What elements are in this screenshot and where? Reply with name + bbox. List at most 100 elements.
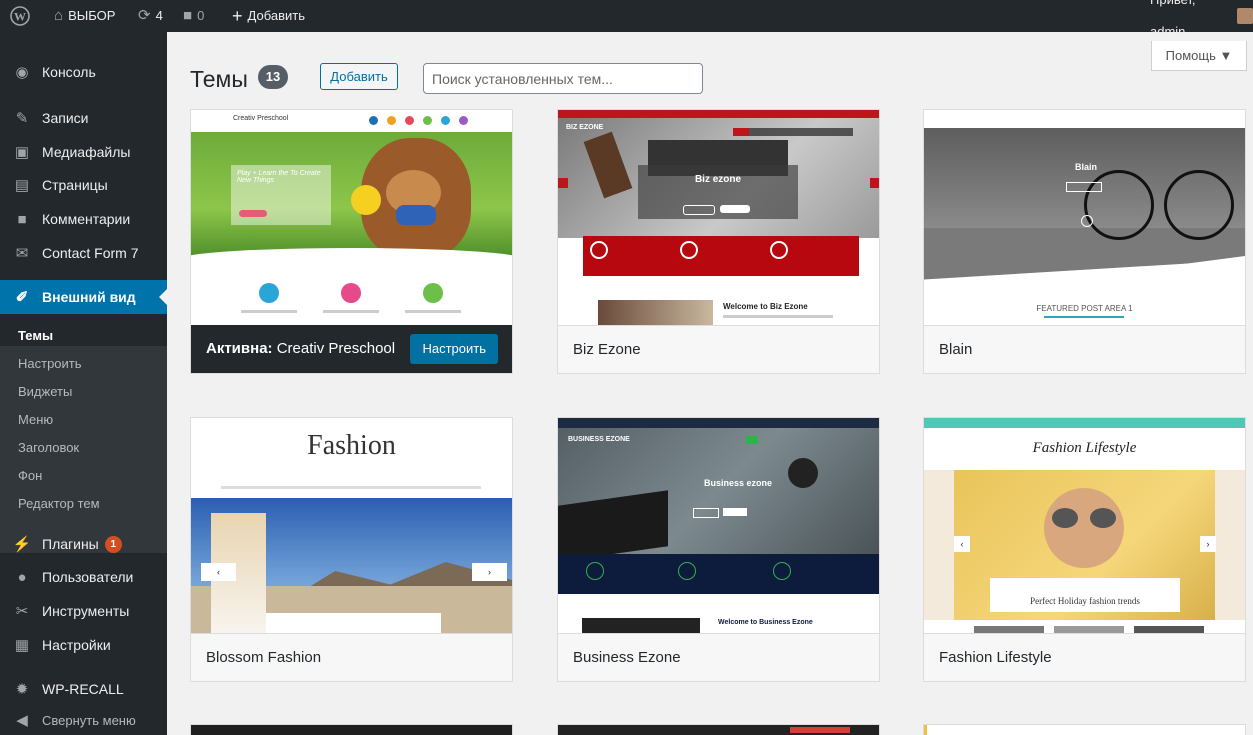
updates-count: 4 (155, 8, 163, 23)
menu-comments[interactable]: ■ Комментарии (0, 202, 167, 236)
site-name-link[interactable]: ⌂ ВЫБОР (54, 0, 115, 32)
plus-icon: + (232, 6, 243, 26)
theme-card-biz-ezone[interactable]: BIZ EZONE Biz ezone Welcome to Biz Ezone… (557, 109, 880, 374)
menu-label: Комментарии (42, 211, 131, 227)
submenu-customize[interactable]: Настроить (18, 356, 82, 371)
screenshot-text: Welcome to Biz Ezone (723, 302, 808, 311)
screenshot-text: Welcome to Business Ezone (718, 619, 813, 626)
comment-icon: ■ (17, 210, 27, 228)
submenu-menus[interactable]: Меню (18, 412, 53, 427)
theme-card-partial[interactable] (923, 724, 1246, 735)
home-icon: ⌂ (54, 7, 64, 24)
screenshot-text: Blain (1074, 162, 1097, 172)
screenshot-text: FEATURED POST AREA 1 (1036, 304, 1133, 313)
settings-icon: ▦ (14, 637, 30, 654)
screenshot-text: Creativ Preschool (233, 115, 289, 122)
screenshot-text: Business ezone (703, 478, 773, 488)
dashboard-icon: ◉ (15, 64, 29, 81)
menu-dashboard[interactable]: ◉ Консоль (0, 55, 167, 89)
help-tab-button[interactable]: Помощь ▼ (1151, 41, 1247, 71)
updates-icon: ⟳ (138, 7, 151, 24)
menu-settings[interactable]: ▦ Настройки (0, 628, 167, 662)
theme-screenshot[interactable]: Blain FEATURED POST AREA 1 (924, 110, 1245, 325)
theme-screenshot[interactable] (191, 725, 512, 735)
submenu-themes[interactable]: Темы (18, 328, 53, 343)
theme-screenshot[interactable]: Fashion Lifestyle ‹ › Perfect Holiday fa… (924, 418, 1245, 633)
menu-wp-recall[interactable]: ✹ WP-RECALL (0, 672, 167, 706)
comments-count: 0 (197, 8, 205, 23)
users-icon: ● (17, 568, 27, 586)
theme-name: Blain (924, 325, 1245, 373)
admin-bar: W ⌂ ВЫБОР ⟳ 4 ■ 0 + Добавить Привет, adm… (0, 0, 1253, 39)
theme-card-partial[interactable] (190, 724, 513, 735)
menu-posts[interactable]: ✎ Записи (0, 101, 167, 135)
theme-card-blossom-fashion[interactable]: Fashion ‹ › Blossom Fashion (190, 417, 513, 682)
my-account-link[interactable]: Привет, admin (1150, 0, 1253, 39)
menu-label: Страницы (42, 177, 108, 193)
menu-label: Свернуть меню (42, 712, 136, 728)
add-new-label: Добавить (247, 8, 305, 23)
wordpress-logo-icon[interactable]: W (10, 0, 30, 32)
menu-media[interactable]: ▣ Медиафайлы (0, 135, 167, 169)
pages-icon: ▤ (14, 177, 30, 194)
brush-icon: ✐ (15, 289, 29, 306)
menu-users[interactable]: ● Пользователи (0, 560, 167, 594)
comments-link[interactable]: ■ 0 (183, 0, 204, 32)
menu-appearance[interactable]: ✐ Внешний вид (0, 280, 167, 314)
media-icon: ▣ (14, 144, 30, 161)
theme-card-blain[interactable]: Blain FEATURED POST AREA 1 Blain (923, 109, 1246, 374)
menu-collapse[interactable]: ◀ Свернуть меню (0, 706, 167, 734)
theme-card-business-ezone[interactable]: BUSINESS EZONE Business ezone Welcome to… (557, 417, 880, 682)
theme-screenshot[interactable]: BUSINESS EZONE Business ezone Welcome to… (558, 418, 879, 633)
screenshot-text: Fashion Lifestyle (1032, 440, 1137, 456)
screenshot-text: Play + Learn the To Create New Things (237, 170, 321, 184)
theme-card-fashion-lifestyle[interactable]: Fashion Lifestyle ‹ › Perfect Holiday fa… (923, 417, 1246, 682)
updates-link[interactable]: ⟳ 4 (138, 0, 163, 32)
plugin-icon: ⚡ (12, 536, 32, 553)
theme-name: Fashion Lifestyle (924, 633, 1245, 681)
active-theme-bar: Активна: Creativ Preschool Настроить (191, 325, 512, 373)
current-menu-arrow (159, 289, 167, 305)
svg-text:W: W (14, 10, 26, 24)
menu-label: WP-RECALL (42, 681, 124, 697)
menu-label: Пользователи (42, 569, 134, 585)
pin-icon: ✎ (15, 110, 29, 127)
add-theme-button[interactable]: Добавить (320, 63, 398, 90)
theme-screenshot[interactable] (924, 725, 1245, 735)
theme-name: Blossom Fashion (191, 633, 512, 681)
theme-name: Biz Ezone (558, 325, 879, 373)
screenshot-text: Biz ezone (694, 174, 742, 185)
wrench-icon: ✂ (15, 603, 29, 620)
page-title: Темы (190, 66, 248, 92)
screenshot-text: BUSINESS EZONE (568, 436, 630, 443)
avatar (1237, 8, 1253, 24)
plugins-update-badge: 1 (104, 535, 122, 553)
active-label: Активна: (206, 340, 273, 357)
submenu-theme-editor[interactable]: Редактор тем (18, 496, 100, 511)
site-name: ВЫБОР (68, 8, 116, 23)
menu-label: Медиафайлы (42, 144, 131, 160)
submenu-widgets[interactable]: Виджеты (18, 384, 72, 399)
submenu-header[interactable]: Заголовок (18, 440, 79, 455)
search-installed-themes-input[interactable] (423, 63, 703, 94)
theme-screenshot[interactable]: Fashion ‹ › (191, 418, 512, 633)
theme-card-partial[interactable] (557, 724, 880, 735)
add-new-link[interactable]: + Добавить (232, 0, 305, 32)
screenshot-text: Fashion (307, 430, 396, 461)
collapse-icon: ◀ (16, 712, 28, 729)
menu-label: Консоль (42, 64, 96, 80)
theme-card-creativ-preschool[interactable]: Creativ Preschool Play + Learn the To Cr… (190, 109, 513, 374)
menu-contact-form[interactable]: ✉ Contact Form 7 (0, 236, 167, 270)
menu-tools[interactable]: ✂ Инструменты (0, 594, 167, 628)
menu-label: Contact Form 7 (42, 245, 139, 261)
submenu-background[interactable]: Фон (18, 468, 42, 483)
theme-count-badge: 13 (258, 65, 288, 89)
menu-plugins[interactable]: ⚡ Плагины 1 (0, 527, 167, 561)
theme-screenshot[interactable]: BIZ EZONE Biz ezone Welcome to Biz Ezone (558, 110, 879, 325)
customize-button[interactable]: Настроить (410, 334, 498, 364)
screenshot-text: Perfect Holiday fashion trends (1030, 596, 1140, 606)
menu-pages[interactable]: ▤ Страницы (0, 168, 167, 202)
menu-label: Записи (42, 110, 89, 126)
menu-label: Инструменты (42, 603, 130, 619)
theme-screenshot[interactable]: Creativ Preschool Play + Learn the To Cr… (191, 110, 512, 325)
